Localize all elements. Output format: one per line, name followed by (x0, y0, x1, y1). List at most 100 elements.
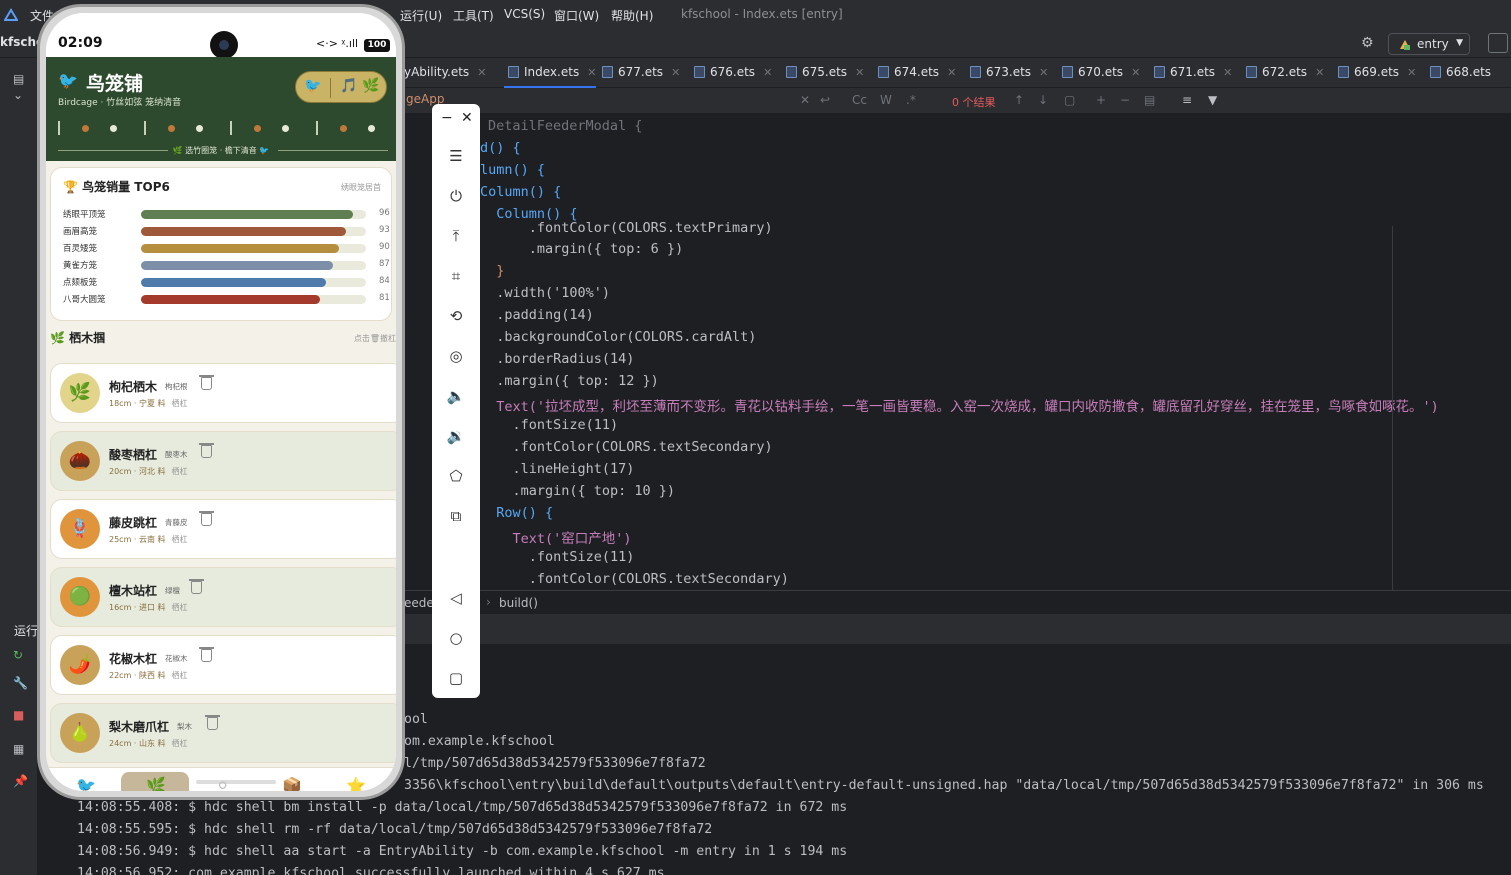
recents-icon[interactable]: ▢ (446, 668, 466, 688)
console-line: l/tmp/507d65d38d5342579f533096e7f8fa72 (404, 756, 706, 771)
clear-search-icon[interactable]: ✕ (800, 93, 810, 107)
home-icon[interactable]: ○ (446, 628, 466, 648)
nav-bird-icon[interactable]: 🐦 (76, 776, 96, 791)
nav-circle-icon[interactable]: ⚪ (216, 776, 229, 791)
close-icon[interactable]: ✕ (763, 66, 772, 79)
power-icon[interactable]: ⏻ (446, 186, 466, 206)
prev-match-icon[interactable]: ↑ (1014, 93, 1024, 107)
pin-icon[interactable]: 📌 (13, 774, 28, 788)
perch-item[interactable]: 🌰 酸枣栖杠 酸枣木 20cm · 河北 料栖杠 (50, 431, 396, 491)
record-icon[interactable]: ◎ (446, 346, 466, 366)
trash-icon[interactable] (199, 647, 214, 662)
close-icon[interactable]: ✕ (1315, 66, 1324, 79)
close-icon[interactable]: ✕ (1223, 66, 1232, 79)
leaf-icon[interactable]: 🌿 (362, 78, 379, 94)
close-icon[interactable]: ✕ (1039, 66, 1048, 79)
menu-window[interactable]: 窗口(W) (554, 7, 599, 24)
tab-676[interactable]: 676.ets ✕ (694, 58, 772, 88)
nav-leaf-icon[interactable]: 🌿 (146, 776, 166, 791)
close-icon[interactable]: ✕ (1407, 66, 1416, 79)
back-icon[interactable]: ◁ (446, 588, 466, 608)
menu-tools[interactable]: 工具(T) (453, 7, 494, 24)
run-config-select[interactable]: entry ▼ (1388, 33, 1470, 55)
tab-668[interactable]: 668.ets (1430, 58, 1491, 88)
project-view-icon[interactable]: ▤ (13, 72, 27, 86)
collapse-icon[interactable]: ⌄ (13, 88, 27, 102)
wrench-icon[interactable]: 🔧 (13, 676, 28, 690)
trash-icon[interactable] (189, 579, 204, 594)
tab-670[interactable]: 670.ets ✕ (1062, 58, 1140, 88)
phone-emulator: 02:09 <·> ᵡ.ıll 100 🐦 鸟笼铺 Birdcage · 竹丝如… (37, 4, 405, 800)
tab-673[interactable]: 673.ets ✕ (970, 58, 1048, 88)
rerun-icon[interactable]: ↻ (13, 648, 27, 662)
breadcrumb-item[interactable]: build() (499, 596, 538, 610)
perch-item[interactable]: 🌿 枸杞栖木 枸杞根 18cm · 宁夏 料栖杠 (50, 363, 396, 423)
tab-index[interactable]: Index.ets ✕ (504, 58, 597, 88)
nav-box-icon[interactable]: 📦 (282, 776, 302, 791)
whole-word-icon[interactable]: W (880, 93, 892, 107)
history-icon[interactable]: ↩ (820, 93, 830, 107)
volume-up-icon[interactable]: 🔈 (446, 386, 466, 406)
tab-672[interactable]: 672.ets ✕ (1246, 58, 1324, 88)
tab-677[interactable]: 677.ets ✕ (602, 58, 680, 88)
nav-star-icon[interactable]: ⭐ (346, 776, 366, 791)
trash-icon[interactable] (205, 715, 220, 730)
trash-icon[interactable] (199, 443, 214, 458)
multi-device-icon[interactable]: ⧉ (446, 506, 466, 526)
add-cursor-icon[interactable]: + (1096, 93, 1106, 107)
filter-icon[interactable]: ▼ (1208, 93, 1217, 107)
perch-tag: 青藤皮 (165, 518, 188, 527)
eraser-icon[interactable]: ⬠ (446, 466, 466, 486)
stop-icon[interactable]: ■ (13, 708, 27, 722)
tab-671[interactable]: 671.ets ✕ (1154, 58, 1232, 88)
perch-item[interactable]: 🟢 檀木站杠 绿檀 16cm · 进口 料栖杠 (50, 567, 396, 627)
select-all-icon[interactable]: ▢ (1064, 93, 1075, 107)
breadcrumb-item[interactable]: eede (404, 596, 434, 610)
code-editor[interactable]: DetailFeederModal { d() { lumn() { Colum… (404, 114, 1511, 590)
minimize-icon[interactable]: − (441, 110, 453, 126)
close-icon[interactable]: ✕ (855, 66, 864, 79)
regex-icon[interactable]: .* (906, 93, 916, 107)
volume-down-icon[interactable]: 🔉 (446, 426, 466, 446)
gear-icon[interactable]: ⚙ (1361, 35, 1377, 51)
perch-item[interactable]: 🍐 梨木磨爪杠 梨木 24cm · 山东 料栖杠 (50, 703, 396, 763)
menu-help[interactable]: 帮助(H) (611, 7, 653, 24)
device-mirror-icon[interactable] (1488, 33, 1508, 53)
tab-674[interactable]: 674.ets ✕ (878, 58, 956, 88)
perch-item[interactable]: 🌶️ 花椒木杠 花椒木 22cm · 陕西 料栖杠 (50, 635, 396, 695)
breadcrumb[interactable]: eede › build() (404, 590, 1511, 614)
phone-screen[interactable]: 02:09 <·> ᵡ.ıll 100 🐦 鸟笼铺 Birdcage · 竹丝如… (46, 13, 396, 791)
rotate-icon[interactable]: ⟲ (446, 306, 466, 326)
header-footer: 🌿 选竹圈笼 · 檐下清音 🐦 (172, 146, 270, 155)
tab-669[interactable]: 669.ets ✕ (1338, 58, 1416, 88)
close-icon[interactable]: ✕ (587, 66, 596, 79)
tab-675[interactable]: 675.ets ✕ (786, 58, 864, 88)
status-bar: 02:09 <·> ᵡ.ıll 100 (46, 13, 396, 59)
music-icon[interactable]: 🎵 (340, 78, 357, 94)
trash-icon[interactable] (199, 511, 214, 526)
close-icon[interactable]: ✕ (477, 66, 486, 79)
mode-toggle[interactable]: 🐦 🎵 🌿 (295, 71, 387, 103)
crop-icon[interactable]: ⌗ (446, 266, 466, 286)
tab-yability[interactable]: yAbility.ets ✕ (404, 58, 486, 88)
bird-mode-icon[interactable]: 🐦 (304, 78, 321, 94)
options-icon[interactable]: ≡ (1182, 93, 1192, 107)
menu-vcs[interactable]: VCS(S) (504, 7, 545, 21)
perch-meta: 20cm · 河北 料栖杠 (109, 467, 188, 476)
close-icon[interactable]: ✕ (461, 110, 473, 126)
remove-cursor-icon[interactable]: − (1120, 93, 1130, 107)
perch-item[interactable]: 🪢 藤皮跳杠 青藤皮 25cm · 云南 料栖杠 (50, 499, 396, 559)
multi-select-icon[interactable]: ▤ (1144, 93, 1155, 107)
menu-icon[interactable]: ☰ (446, 146, 466, 166)
close-icon[interactable]: ✕ (671, 66, 680, 79)
menu-run[interactable]: 运行(U) (400, 7, 442, 24)
layout-icon[interactable]: ▦ (13, 742, 27, 756)
next-match-icon[interactable]: ↓ (1038, 93, 1048, 107)
module-icon (1400, 40, 1410, 50)
match-case-icon[interactable]: Cc (852, 93, 867, 107)
close-icon[interactable]: ✕ (947, 66, 956, 79)
run-panel-title[interactable]: 运行 (14, 622, 38, 639)
close-icon[interactable]: ✕ (1131, 66, 1140, 79)
trash-icon[interactable] (199, 375, 214, 390)
top-icon[interactable]: ⤒ (446, 226, 466, 246)
